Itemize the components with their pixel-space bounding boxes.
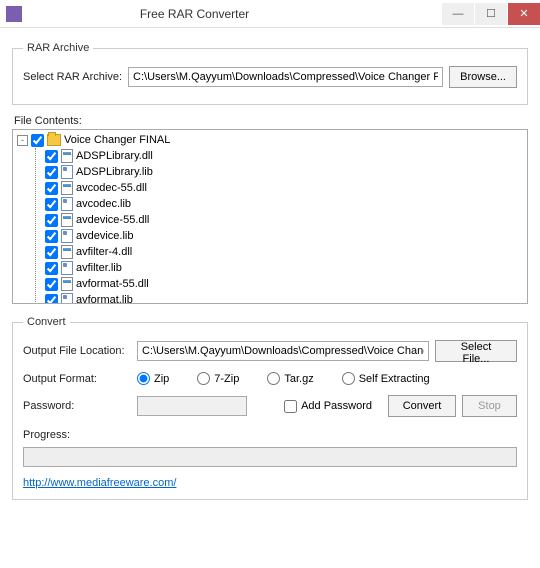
convert-legend: Convert: [23, 316, 70, 328]
tree-item[interactable]: ADSPLibrary.lib: [17, 164, 523, 180]
file-label: avfilter.lib: [76, 262, 122, 274]
file-icon: [61, 165, 73, 179]
output-format-label: Output Format:: [23, 373, 131, 385]
file-checkbox[interactable]: [45, 230, 58, 243]
window-title: Free RAR Converter: [28, 7, 441, 21]
file-label: avdevice-55.dll: [76, 214, 149, 226]
app-icon: [6, 6, 22, 22]
titlebar: Free RAR Converter — ☐ ✕: [0, 0, 540, 28]
file-icon: [61, 197, 73, 211]
rar-archive-group: RAR Archive Select RAR Archive: Browse..…: [12, 42, 528, 105]
tree-item[interactable]: avformat.lib: [17, 292, 523, 304]
file-icon: [61, 245, 73, 259]
maximize-button[interactable]: ☐: [475, 3, 507, 25]
tree-root[interactable]: - Voice Changer FINAL: [17, 132, 523, 148]
file-icon: [61, 261, 73, 275]
password-input[interactable]: [137, 396, 247, 416]
progress-label: Progress:: [23, 429, 517, 441]
file-checkbox[interactable]: [45, 150, 58, 163]
file-checkbox[interactable]: [45, 182, 58, 195]
folder-icon: [47, 134, 61, 146]
select-file-button[interactable]: Select File...: [435, 340, 517, 362]
tree-item[interactable]: avfilter.lib: [17, 260, 523, 276]
convert-button[interactable]: Convert: [388, 395, 456, 417]
file-checkbox[interactable]: [45, 294, 58, 305]
select-archive-label: Select RAR Archive:: [23, 71, 122, 83]
password-label: Password:: [23, 400, 131, 412]
file-label: avcodec.lib: [76, 198, 131, 210]
file-icon: [61, 277, 73, 291]
file-label: ADSPLibrary.lib: [76, 166, 153, 178]
tree-item[interactable]: avdevice.lib: [17, 228, 523, 244]
file-checkbox[interactable]: [45, 278, 58, 291]
file-icon: [61, 293, 73, 304]
format-selfextract-radio[interactable]: [342, 372, 355, 385]
output-location-label: Output File Location:: [23, 345, 131, 357]
rar-archive-legend: RAR Archive: [23, 42, 93, 54]
tree-item[interactable]: avcodec.lib: [17, 196, 523, 212]
file-label: avformat.lib: [76, 294, 133, 304]
tree-item[interactable]: avdevice-55.dll: [17, 212, 523, 228]
tree-item[interactable]: avformat-55.dll: [17, 276, 523, 292]
file-contents-label: File Contents:: [14, 115, 528, 127]
file-checkbox[interactable]: [45, 198, 58, 211]
format-7zip-radio[interactable]: [197, 372, 210, 385]
convert-group: Convert Output File Location: Select Fil…: [12, 316, 528, 500]
format-selfextract-option[interactable]: Self Extracting: [342, 372, 430, 385]
file-icon: [61, 229, 73, 243]
format-zip-option[interactable]: Zip: [137, 372, 169, 385]
file-tree[interactable]: - Voice Changer FINAL ADSPLibrary.dll ADS…: [12, 129, 528, 304]
file-label: ADSPLibrary.dll: [76, 150, 153, 162]
output-path-input[interactable]: [137, 341, 429, 361]
file-label: avcodec-55.dll: [76, 182, 147, 194]
website-link[interactable]: http://www.mediafreeware.com/: [23, 477, 176, 489]
stop-button[interactable]: Stop: [462, 395, 517, 417]
format-targz-radio[interactable]: [267, 372, 280, 385]
file-icon: [61, 213, 73, 227]
tree-item[interactable]: avcodec-55.dll: [17, 180, 523, 196]
file-label: avformat-55.dll: [76, 278, 149, 290]
archive-path-input[interactable]: [128, 67, 443, 87]
tree-item[interactable]: ADSPLibrary.dll: [17, 148, 523, 164]
minimize-button[interactable]: —: [442, 3, 474, 25]
file-label: avdevice.lib: [76, 230, 133, 242]
file-icon: [61, 149, 73, 163]
add-password-option[interactable]: Add Password: [284, 400, 372, 413]
root-checkbox[interactable]: [31, 134, 44, 147]
browse-button[interactable]: Browse...: [449, 66, 517, 88]
collapse-icon[interactable]: -: [17, 135, 28, 146]
root-label: Voice Changer FINAL: [64, 134, 170, 146]
format-zip-radio[interactable]: [137, 372, 150, 385]
file-checkbox[interactable]: [45, 262, 58, 275]
file-checkbox[interactable]: [45, 166, 58, 179]
format-7zip-option[interactable]: 7-Zip: [197, 372, 239, 385]
format-targz-option[interactable]: Tar.gz: [267, 372, 313, 385]
file-label: avfilter-4.dll: [76, 246, 132, 258]
file-icon: [61, 181, 73, 195]
file-checkbox[interactable]: [45, 214, 58, 227]
file-checkbox[interactable]: [45, 246, 58, 259]
window-controls: — ☐ ✕: [441, 3, 540, 25]
add-password-checkbox[interactable]: [284, 400, 297, 413]
progress-bar: [23, 447, 517, 467]
close-button[interactable]: ✕: [508, 3, 540, 25]
tree-item[interactable]: avfilter-4.dll: [17, 244, 523, 260]
